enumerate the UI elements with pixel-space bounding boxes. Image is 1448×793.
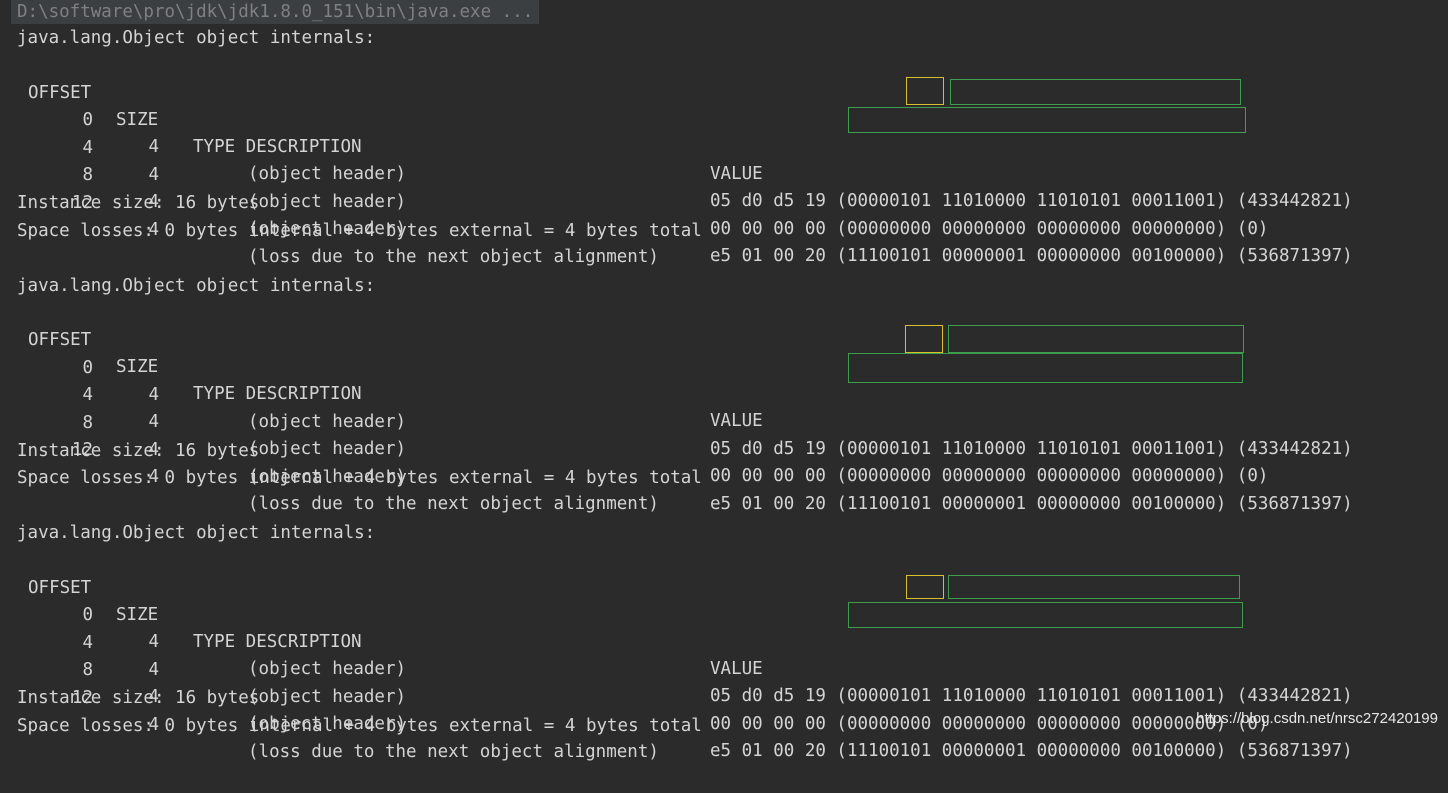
row-description: (loss due to the next object alignment) (248, 494, 659, 514)
lock-bits-highlight (906, 77, 944, 105)
lock-bits-highlight (906, 575, 944, 599)
command-line: D:\software\pro\jdk\jdk1.8.0_151\bin\jav… (11, 0, 540, 24)
row-value: 05 d0 d5 19 (00000101 11010000 11010101 … (710, 439, 1353, 459)
block-title: java.lang.Object object internals: (17, 28, 376, 48)
lock-bits-highlight (905, 325, 943, 353)
row-value: 00 00 00 00 (00000000 00000000 00000000 … (710, 466, 1269, 486)
row-value: 00 00 00 00 (00000000 00000000 00000000 … (710, 219, 1269, 239)
row-value: 05 d0 d5 19 (00000101 11010000 11010101 … (710, 191, 1353, 211)
table-row: 12 4 (loss due to the next object alignm… (0, 163, 1448, 267)
table-row: 12 4 (loss due to the next object alignm… (0, 658, 1448, 762)
instance-size: Instance size: 16 bytes (17, 193, 260, 213)
row-description: (loss due to the next object alignment) (248, 742, 659, 762)
header-row: OFFSET SIZE TYPE DESCRIPTION VALUE (0, 300, 1448, 431)
row-description: (loss due to the next object alignment) (248, 247, 659, 267)
console-output[interactable]: D:\software\pro\jdk\jdk1.8.0_151\bin\jav… (0, 0, 1448, 762)
hashcode-bits-highlight (848, 353, 1243, 383)
row-value: e5 01 00 20 (11100101 00000001 00000000 … (710, 246, 1353, 266)
hashcode-bits-highlight (948, 325, 1244, 353)
row-description: (object header) (248, 439, 407, 459)
header-row: OFFSET SIZE TYPE DESCRIPTION VALUE (0, 548, 1448, 679)
instance-size: Instance size: 16 bytes (17, 441, 260, 461)
block-title: java.lang.Object object internals: (17, 276, 376, 296)
row-value: e5 01 00 20 (11100101 00000001 00000000 … (710, 494, 1353, 514)
header-row: OFFSET SIZE TYPE DESCRIPTION VALUE (0, 53, 1448, 184)
space-losses: Space losses: 0 bytes internal + 4 bytes… (17, 468, 702, 488)
hashcode-bits-highlight (948, 575, 1240, 599)
table-row: 8 4 (object header) e5 01 00 20 (1110010… (0, 630, 1448, 761)
hashcode-bits-highlight (950, 79, 1241, 105)
row-description: (object header) (248, 192, 407, 212)
table-row: 12 4 (loss due to the next object alignm… (0, 410, 1448, 514)
row-description: (object header) (248, 687, 407, 707)
space-losses: Space losses: 0 bytes internal + 4 bytes… (17, 716, 702, 736)
hashcode-bits-highlight (848, 602, 1243, 628)
table-row: 8 4 (object header) e5 01 00 20 (1110010… (0, 383, 1448, 514)
instance-size: Instance size: 16 bytes (17, 688, 260, 708)
hashcode-bits-highlight (848, 107, 1246, 133)
table-row: 8 4 (object header) e5 01 00 20 (1110010… (0, 135, 1448, 266)
row-value: 05 d0 d5 19 (00000101 11010000 11010101 … (710, 686, 1353, 706)
row-value: e5 01 00 20 (11100101 00000001 00000000 … (710, 741, 1353, 761)
row-value: 00 00 00 00 (00000000 00000000 00000000 … (710, 714, 1269, 734)
watermark: https://blog.csdn.net/nrsc272420199 (1196, 710, 1438, 727)
space-losses: Space losses: 0 bytes internal + 4 bytes… (17, 221, 702, 241)
block-title: java.lang.Object object internals: (17, 523, 376, 543)
